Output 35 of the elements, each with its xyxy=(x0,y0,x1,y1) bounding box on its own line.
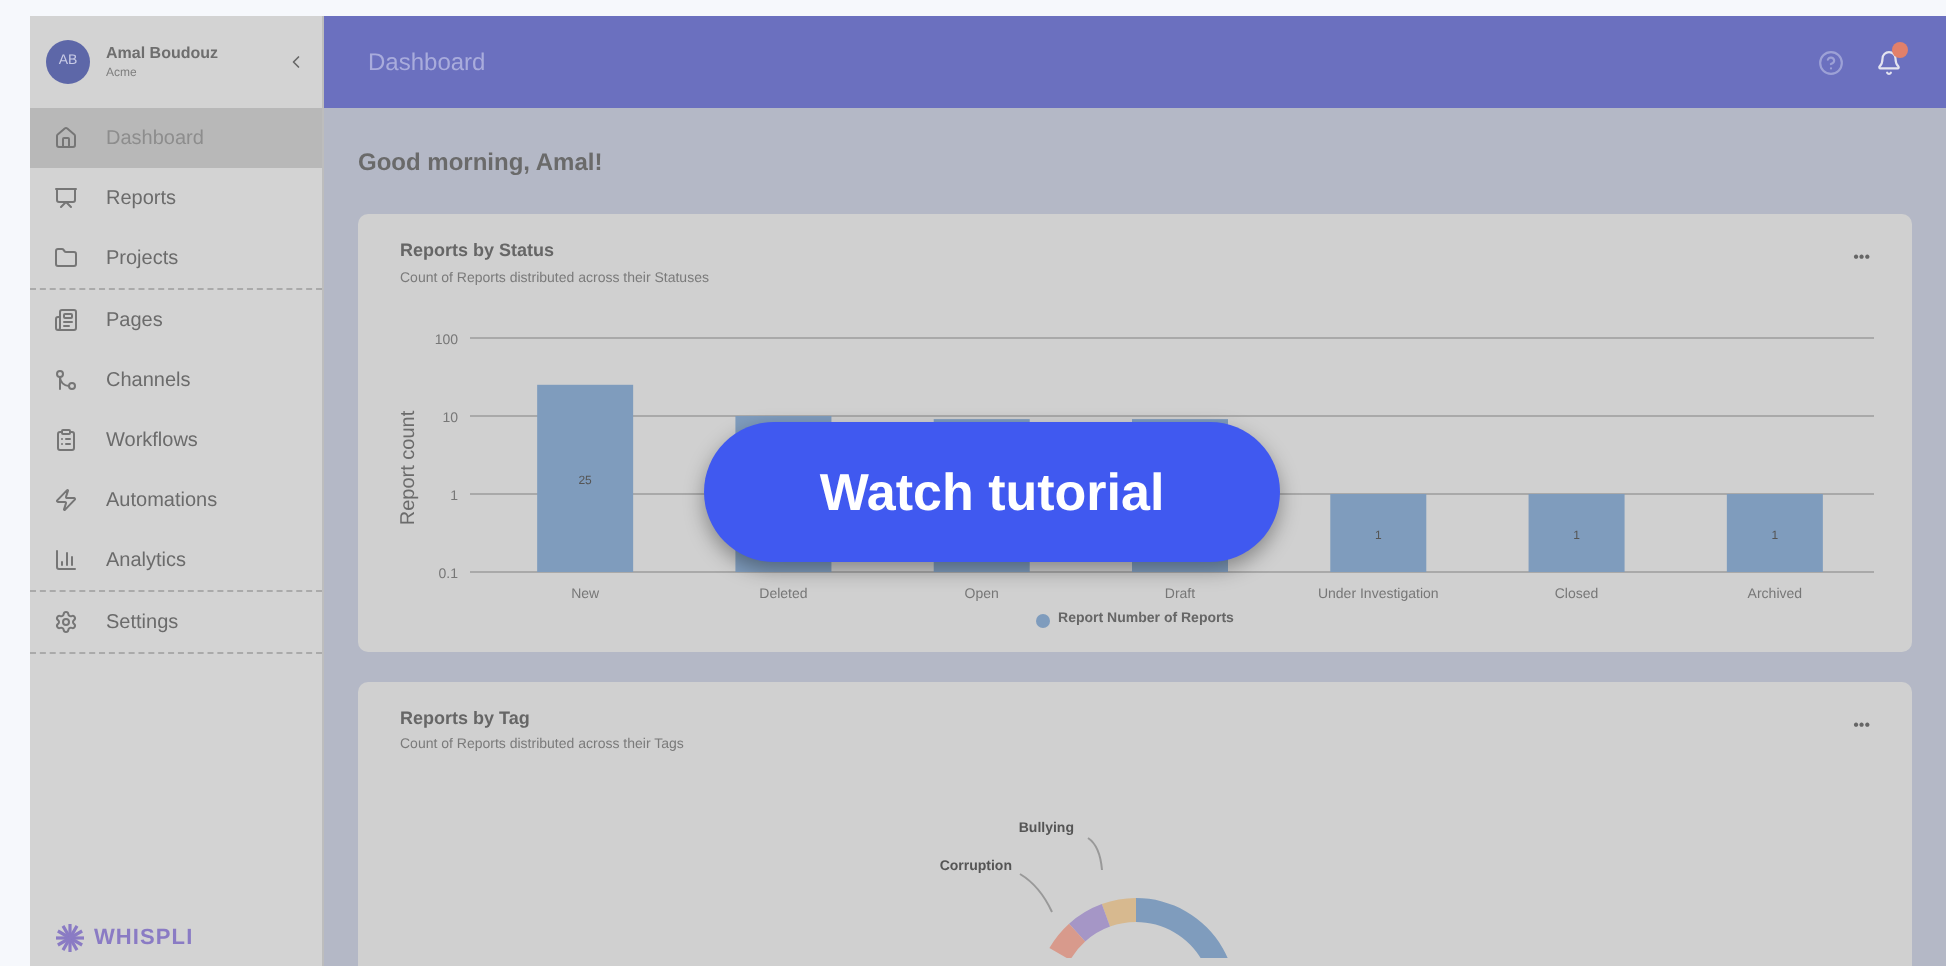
bar xyxy=(1330,494,1427,572)
clipboard-icon xyxy=(54,428,78,452)
card-title: Reports by Status xyxy=(400,238,557,264)
merge-arrows-icon xyxy=(54,368,78,392)
presentation-icon xyxy=(54,186,78,210)
y-axis-label: Report count xyxy=(398,410,420,526)
sidebar-item[interactable]: Pages xyxy=(30,290,322,350)
page-title: Dashboard xyxy=(368,46,488,80)
bell-icon[interactable] xyxy=(1876,49,1902,75)
sidebar-item[interactable]: Analytics xyxy=(30,530,322,590)
sidebar-item[interactable]: Automations xyxy=(30,470,322,530)
user-name: Amal Boudouz xyxy=(106,41,220,65)
bar xyxy=(1528,494,1625,572)
bar xyxy=(1726,494,1823,572)
bar-chart-icon xyxy=(54,548,78,572)
greeting: Good morning, Amal! xyxy=(358,146,605,180)
starburst-logo-icon xyxy=(54,921,86,954)
logo-wordmark: WHISPLI xyxy=(94,923,194,953)
card-title: Reports by Tag xyxy=(400,705,532,732)
leader-line xyxy=(1086,836,1102,870)
leader-line xyxy=(1018,872,1052,912)
help-icon[interactable] xyxy=(1818,49,1844,75)
lightning-icon xyxy=(54,488,78,512)
sidebar-item[interactable]: Channels xyxy=(30,350,322,410)
folder-icon xyxy=(54,246,78,270)
sidebar-item[interactable]: Reports xyxy=(30,168,322,228)
more-options-button[interactable]: ••• xyxy=(1853,250,1870,266)
watch-tutorial-button[interactable]: Watch tutorial xyxy=(704,422,1280,562)
gear-icon xyxy=(54,610,78,634)
sidebar-item[interactable]: Workflows xyxy=(30,410,322,470)
sidebar-item[interactable]: Settings xyxy=(30,592,322,652)
newspaper-icon xyxy=(54,308,78,332)
home-icon xyxy=(54,126,78,150)
more-options-button[interactable]: ••• xyxy=(1853,717,1870,733)
sidebar-item[interactable]: Projects xyxy=(30,228,322,288)
